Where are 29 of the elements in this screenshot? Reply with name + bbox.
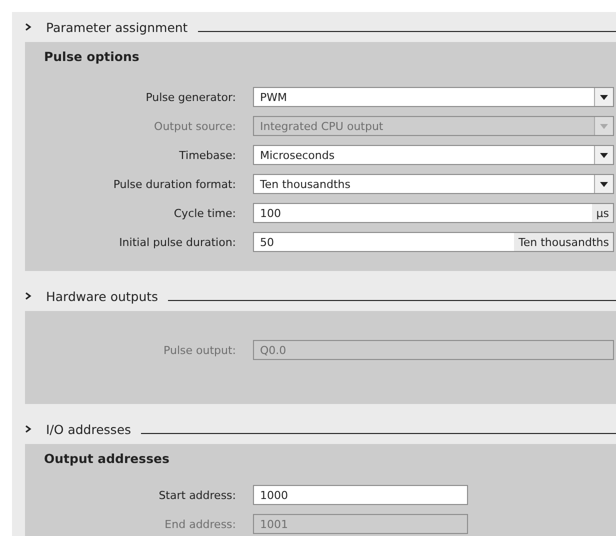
field-label: Start address: [158, 488, 237, 502]
unit-label: µs [592, 204, 613, 222]
unit-label: Ten thousandths [514, 233, 613, 251]
caret-icon [600, 124, 608, 128]
caret-icon [600, 182, 608, 186]
section-title: Parameter assignment [46, 20, 188, 34]
field-label: Pulse duration format: [112, 178, 237, 190]
dropdown-field[interactable]: Ten thousandths [253, 174, 614, 194]
input-field[interactable]: 50 Ten thousandths [253, 232, 614, 252]
group-title: Output addresses [44, 450, 170, 468]
field-label: Pulse output: [162, 344, 237, 356]
section-title: I/O addresses [46, 422, 132, 436]
dropdown-field[interactable]: Microseconds [253, 145, 614, 165]
field-label: Pulse generator: [144, 90, 237, 104]
section-title: Hardware outputs [46, 288, 158, 304]
chevron-icon[interactable] [24, 425, 32, 433]
input-field[interactable]: 1000 [253, 485, 468, 505]
chevron-icon[interactable] [24, 23, 32, 31]
caret-icon [600, 94, 608, 100]
field-label: Initial pulse duration: [118, 236, 237, 248]
field-label: End address: [164, 518, 237, 530]
dropdown-field[interactable]: PWM [253, 87, 614, 107]
group-title: Pulse options [44, 48, 140, 66]
chevron-icon[interactable] [24, 292, 32, 300]
field-label: Output source: [153, 120, 237, 132]
caret-icon [600, 152, 608, 158]
input-field[interactable]: 100 µs [253, 203, 614, 223]
field-label: Cycle time: [172, 206, 237, 220]
field-label: Timebase: [178, 148, 237, 162]
